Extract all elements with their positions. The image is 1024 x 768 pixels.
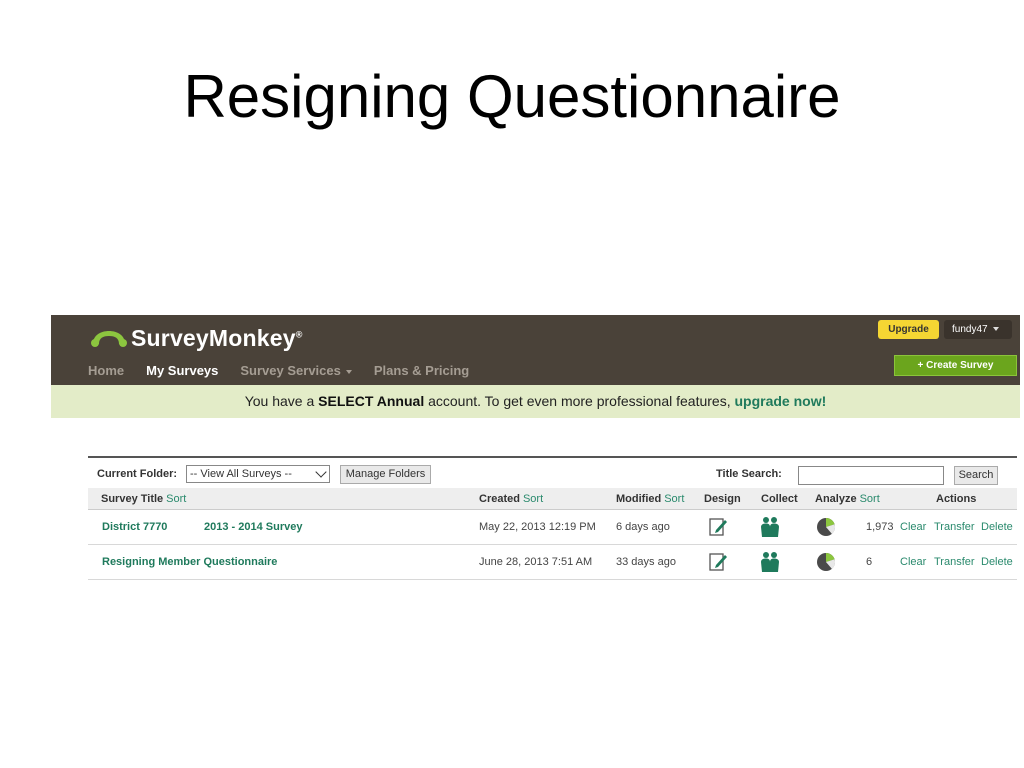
modified-date: 33 days ago [616,556,676,568]
table-row: Resigning Member Questionnaire June 28, … [88,545,1017,580]
clear-link[interactable]: Clear [900,556,926,568]
manage-folders-button[interactable]: Manage Folders [340,465,431,484]
col-created: Created Sort [479,493,543,505]
title-search-label: Title Search: [716,468,782,480]
plan-name: SELECT Annual [318,393,425,409]
created-date: June 28, 2013 7:51 AM [479,556,593,568]
folder-select[interactable]: -- View All Surveys -- [186,465,330,483]
clear-link[interactable]: Clear [900,521,926,533]
sort-created-link[interactable]: Sort [523,493,543,505]
transfer-link[interactable]: Transfer [934,521,975,533]
delete-link[interactable]: Delete [981,556,1013,568]
col-design: Design [704,493,741,505]
col-analyze-label: Analyze [815,493,857,505]
brand-logo[interactable]: SurveyMonkey® [89,323,303,353]
survey-toolbar: Current Folder: -- View All Surveys -- M… [88,456,1017,488]
col-collect: Collect [761,493,798,505]
response-count: 6 [866,556,873,568]
pie-chart-icon[interactable] [815,551,837,573]
sort-modified-link[interactable]: Sort [664,493,684,505]
registered-mark: ® [295,328,303,339]
title-search-input[interactable] [798,466,944,485]
survey-title-link[interactable]: 2013 - 2014 Survey [204,521,302,533]
nav-home[interactable]: Home [88,363,124,378]
pie-chart-icon[interactable] [815,516,837,538]
edit-document-icon[interactable] [707,516,729,538]
col-survey-title-label: Survey Title [101,493,164,505]
search-button[interactable]: Search [954,466,998,485]
surveymonkey-logo-icon [91,331,127,347]
people-icon[interactable] [759,551,781,573]
folder-select-value: -- View All Surveys -- [190,468,292,480]
account-banner: You have a SELECT Annual account. To get… [51,385,1020,418]
transfer-link[interactable]: Transfer [934,556,975,568]
create-survey-button[interactable]: + Create Survey [894,355,1017,376]
main-nav: Home My Surveys Survey Services Plans & … [88,363,491,378]
sort-title-link[interactable]: Sort [166,493,186,505]
banner-text-1: You have a [244,393,319,409]
nav-survey-services[interactable]: Survey Services [240,363,352,378]
folder-link[interactable]: District 7770 [102,521,167,533]
table-row: District 7770 2013 - 2014 Survey May 22,… [88,510,1017,545]
col-modified: Modified Sort [616,493,684,505]
nav-plans-pricing[interactable]: Plans & Pricing [374,363,469,378]
user-menu-button[interactable]: fundy47 [944,320,1012,339]
upgrade-button[interactable]: Upgrade [878,320,939,339]
top-bar: SurveyMonkey® Home My Surveys Survey Ser… [51,315,1020,385]
delete-link[interactable]: Delete [981,521,1013,533]
chevron-down-icon [315,466,327,478]
survey-title-link[interactable]: Resigning Member Questionnaire [102,556,277,568]
col-survey-title: Survey Title Sort [101,493,186,505]
banner-text-2: account. To get even more professional f… [424,393,735,409]
created-date: May 22, 2013 12:19 PM [479,521,596,533]
nav-my-surveys[interactable]: My Surveys [146,363,218,378]
slide-title: Resigning Questionnaire [183,63,841,130]
people-icon[interactable] [759,516,781,538]
nav-survey-services-label: Survey Services [240,363,341,378]
col-actions: Actions [936,493,977,505]
sort-analyze-link[interactable]: Sort [860,493,880,505]
caret-down-icon [992,327,999,332]
col-created-label: Created [479,493,520,505]
surveymonkey-screenshot: SurveyMonkey® Home My Surveys Survey Ser… [51,315,1020,585]
table-header: Survey Title Sort Created Sort Modified Sor… [88,488,1017,510]
modified-date: 6 days ago [616,521,670,533]
edit-document-icon[interactable] [707,551,729,573]
brand-name: SurveyMonkey [131,324,296,351]
username: fundy47 [952,324,988,335]
response-count: 1,973 [866,521,894,533]
col-analyze: Analyze Sort [815,493,880,505]
col-modified-label: Modified [616,493,662,505]
upgrade-now-link[interactable]: upgrade now! [734,393,826,409]
current-folder-label: Current Folder: [97,468,178,480]
caret-down-icon [345,369,352,374]
